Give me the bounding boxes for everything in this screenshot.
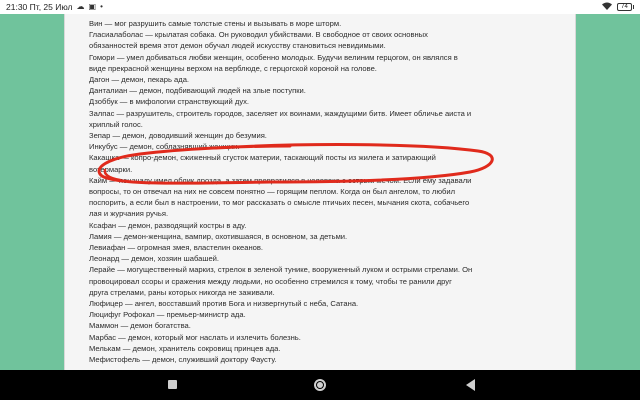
navigation-bar: [0, 370, 640, 400]
article-line: вотермарки.: [89, 164, 133, 174]
article-line: Лерайе — могущественный маркиз, стрелок …: [89, 265, 473, 275]
article-line: Дзоббук — в мифологии странствующий дух.: [89, 97, 250, 107]
article-line: Залпас — разрушитель, строитель городов,…: [89, 108, 472, 118]
article-line: Марбас — демон, который мог наслать и из…: [89, 332, 301, 342]
battery-level: 74: [617, 3, 632, 11]
article-line: Леонард — демон, хозяин шабашей.: [89, 254, 220, 264]
home-icon[interactable]: [314, 379, 326, 391]
article-line: Люцифуг Рофокал — премьер-министр ада.: [89, 310, 246, 320]
article-line: Инкубус — демон, соблазнявший женщин.: [89, 142, 240, 152]
article-line: обязанностей время этот демон обучал люд…: [89, 41, 386, 51]
back-icon[interactable]: [466, 379, 475, 391]
article-text: Вин — мог разрушить самые толстые стены …: [89, 18, 559, 370]
article-line: Гласиалаболас — крылатая собака. Он руко…: [89, 30, 428, 40]
article-line: Люфицер — ангел, восставший против Бога …: [89, 299, 359, 309]
status-left: 21:30 Пт, 25 Июл ☁ ▣ •: [6, 2, 103, 12]
notification-dot-icon: •: [100, 2, 103, 11]
article-line: Кайм — поначалу имел облик дрозда, а зат…: [89, 175, 472, 185]
article-line: Данталиан — демон, подбивающий людей на …: [89, 86, 306, 96]
wifi-icon: [602, 2, 612, 12]
recent-apps-icon[interactable]: [168, 380, 177, 389]
article-line: Ламия — демон-женщина, вампир, охотившая…: [89, 231, 348, 241]
article-line: провоцировал ссоры и сражения между людь…: [89, 276, 452, 286]
article-line: друга стрелами, раны которых никогда не …: [89, 287, 275, 297]
article-line: Гомори — умел добиваться любви женщин, о…: [89, 52, 458, 62]
article-line: Дагон — демон, пекарь ада.: [89, 75, 190, 85]
article-page[interactable]: Вин — мог разрушить самые толстые стены …: [64, 14, 576, 370]
article-line: Вин — мог разрушить самые толстые стены …: [89, 19, 342, 28]
left-margin: [0, 14, 64, 370]
article-line: Левиафан — огромная змея, властелин океа…: [89, 243, 264, 253]
home-icon-dot: [317, 382, 323, 388]
status-right: 74: [602, 2, 634, 12]
article-line: Какашка — копро-демон, сжиженный сгусток…: [89, 153, 436, 163]
article-line: лая и журчания ручья.: [89, 209, 169, 219]
status-bar: 21:30 Пт, 25 Июл ☁ ▣ • 74: [0, 0, 640, 14]
article-line: вопросы, то он отвечал на них не совсем …: [89, 187, 456, 197]
article-line: Мефистофель — демон, служивший доктору Ф…: [89, 355, 277, 365]
status-time-date: 21:30 Пт, 25 Июл: [6, 2, 73, 12]
article-line: виде прекрасной женщины верхом на верблю…: [89, 63, 377, 73]
article-line: поспорить, а если был в настроении, то м…: [89, 198, 470, 208]
article-line: Зепар — демон, доводивший женщин до безу…: [89, 131, 267, 141]
article-line: Мелькам — демон, хранитель сокровищ прин…: [89, 343, 281, 353]
notification-cloud-icon: ☁: [76, 2, 85, 11]
article-line: Маммон — демон богатства.: [89, 321, 191, 331]
article-line: хриплый голос.: [89, 119, 143, 129]
article-line: Ксафан — демон, разводящий костры в аду.: [89, 220, 247, 230]
battery-icon: 74: [617, 3, 634, 11]
notification-image-icon: ▣: [88, 2, 97, 11]
right-margin: [576, 14, 640, 370]
